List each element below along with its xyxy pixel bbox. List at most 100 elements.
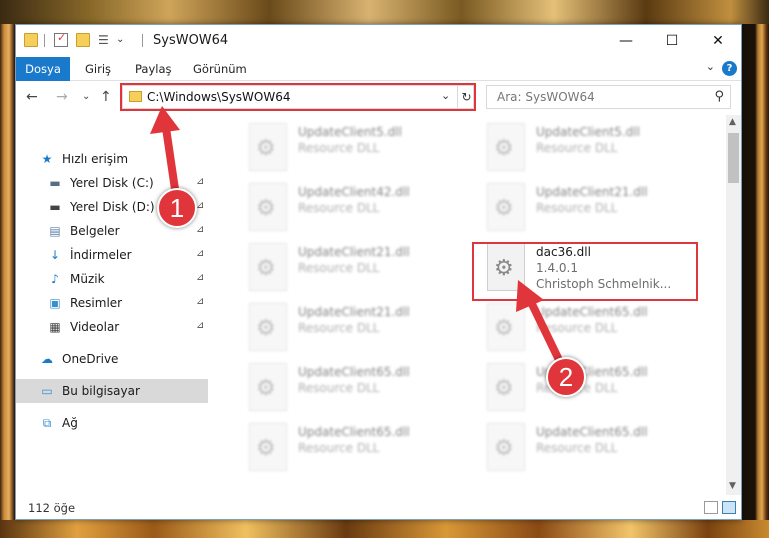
file-item[interactable]: ⚙UpdateClient65.dllResource DLL [481, 359, 691, 415]
tab-home[interactable]: Giriş [74, 57, 122, 81]
sidebar-item-label: Bu bilgisayar [62, 384, 140, 398]
navigation-pane: ★ Hızlı erişim ▬ Yerel Disk (C:) ⊿ ▬ Yerel Dis… [16, 115, 208, 495]
expand-ribbon-icon[interactable]: ⌄ [706, 60, 715, 73]
videos-icon: ▦ [49, 320, 61, 334]
file-item[interactable]: ⚙ UpdateClient65.dll Resource DLL [481, 419, 691, 475]
details-view-button[interactable] [704, 501, 718, 514]
file-item[interactable]: ⚙ UpdateClient21.dll Resource DLL [481, 179, 691, 235]
new-folder-icon[interactable] [76, 33, 90, 47]
file-name: UpdateClient65.dll [536, 305, 648, 319]
dll-file-icon: ⚙ [249, 363, 287, 411]
drive-icon: ▬ [49, 200, 61, 214]
dll-file-icon: ⚙ [249, 123, 287, 171]
recent-locations-button[interactable]: ⌄ [82, 91, 90, 102]
scroll-thumb[interactable] [728, 133, 739, 183]
minimize-button[interactable]: — [603, 25, 649, 57]
tab-share[interactable]: Paylaş [124, 57, 183, 81]
file-name: UpdateClient65.dll [298, 425, 410, 439]
file-item[interactable]: ⚙ UpdateClient42.dll Resource DLL [243, 179, 453, 235]
file-name: UpdateClient65.dll [298, 365, 410, 379]
close-button[interactable]: ✕ [695, 25, 741, 57]
dll-file-icon: ⚙ [487, 123, 525, 171]
sidebar-item[interactable]: ⧉ Ağ [16, 411, 208, 435]
sidebar-item-label: Yerel Disk (D:) [70, 200, 155, 214]
sidebar-item[interactable]: ▭ Bu bilgisayar [16, 379, 208, 403]
dll-file-icon: ⚙ [249, 243, 287, 291]
documents-icon: ▤ [49, 224, 61, 238]
file-item[interactable]: ⚙ UpdateClient5.dll Resource DLL [481, 119, 691, 175]
file-name: UpdateClient5.dll [298, 125, 402, 139]
vertical-scrollbar[interactable]: ▲ ▼ [726, 115, 741, 495]
sidebar-item[interactable]: ★ Hızlı erişim [16, 147, 208, 171]
search-icon[interactable]: ⚲ [714, 89, 724, 104]
search-box[interactable]: Ara: SysWOW64 ⚲ [486, 85, 731, 109]
search-input[interactable]: Ara: SysWOW64 [497, 90, 595, 104]
desktop-background-bottom [0, 520, 769, 538]
customize-toolbar-icon[interactable]: ☰ [98, 33, 112, 47]
sidebar-item[interactable]: ▣ Resimler ⊿ [16, 291, 208, 315]
file-name: UpdateClient42.dll [298, 185, 410, 199]
gear-icon: ⚙ [256, 436, 276, 461]
file-description: Resource DLL [298, 321, 380, 335]
file-description: Resource DLL [536, 321, 618, 335]
file-description: Resource DLL [298, 381, 380, 395]
gear-icon: ⚙ [256, 316, 276, 341]
chevron-down-icon[interactable]: ⌄ [116, 33, 130, 47]
sidebar-item-label: Hızlı erişim [62, 152, 129, 166]
file-item[interactable]: ⚙ UpdateClient21.dll Resource DLL [243, 239, 453, 295]
file-name: UpdateClient21.dll [536, 185, 648, 199]
pin-icon: ⊿ [196, 224, 205, 235]
file-item[interactable]: ⚙ UpdateClient21.dll Resource DLL [243, 299, 453, 355]
music-icon: ♪ [51, 272, 59, 286]
title-bar: ✓ ☰ ⌄ SysWOW64 — ☐ ✕ [16, 25, 741, 57]
properties-icon[interactable]: ✓ [54, 31, 68, 47]
file-item[interactable]: ⚙ UpdateClient65.dll Resource DLL [481, 299, 691, 355]
file-list: ⚙ UpdateClient5.dll Resource DLL ⚙ UpdateCli… [223, 115, 726, 495]
back-button[interactable]: ← [26, 89, 38, 105]
file-item[interactable]: ⚙UpdateClient65.dllResource DLL [243, 419, 453, 475]
file-item[interactable]: ⚙ UpdateClient5.dll Resource DLL [243, 119, 453, 175]
dll-file-icon: ⚙ [249, 423, 287, 471]
gear-icon: ⚙ [256, 256, 276, 281]
sidebar-item-label: İndirmeler [70, 248, 132, 262]
star-icon: ★ [41, 152, 53, 166]
file-description: Resource DLL [298, 141, 380, 155]
file-description: Resource DLL [536, 441, 618, 455]
window-title: SysWOW64 [153, 33, 229, 48]
large-icons-view-button[interactable] [722, 501, 736, 514]
tab-view[interactable]: Görünüm [182, 57, 258, 81]
separator [44, 34, 45, 47]
sidebar-item-label: Müzik [70, 272, 105, 286]
sidebar-item[interactable]: ↓ İndirmeler ⊿ [16, 243, 208, 267]
navigation-bar: ← → ⌄ ↑ C:\Windows\SysWOW64 ⌄ ↻ Ara: Sys… [16, 81, 741, 115]
file-highlight-box [472, 242, 698, 301]
maximize-button[interactable]: ☐ [649, 25, 695, 57]
dll-file-icon: ⚙ [487, 423, 525, 471]
drive-icon: ▬ [49, 176, 61, 190]
sidebar-item[interactable]: ♪ Müzik ⊿ [16, 267, 208, 291]
folder-icon [24, 33, 38, 47]
sidebar-item[interactable]: ☁ OneDrive [16, 347, 208, 371]
file-item[interactable]: ⚙ UpdateClient65.dll Resource DLL [243, 359, 453, 415]
help-icon[interactable]: ? [722, 61, 737, 76]
dll-file-icon: ⚙ [487, 303, 525, 351]
file-name: UpdateClient65.dll [536, 425, 648, 439]
address-highlight-box [120, 83, 476, 111]
file-description: Resource DLL [298, 201, 380, 215]
desktop-background-top [0, 0, 769, 24]
gear-icon: ⚙ [256, 136, 276, 161]
file-name: UpdateClient21.dll [298, 305, 410, 319]
sidebar-item-label: Belgeler [70, 224, 120, 238]
forward-button[interactable]: → [56, 89, 68, 105]
onedrive-icon: ☁ [41, 352, 53, 366]
scroll-up-icon[interactable]: ▲ [729, 117, 736, 127]
up-button[interactable]: ↑ [100, 89, 112, 105]
gear-icon: ⚙ [494, 136, 514, 161]
file-description: Resource DLL [298, 261, 380, 275]
pin-icon: ⊿ [196, 296, 205, 307]
explorer-window: ✓ ☰ ⌄ SysWOW64 — ☐ ✕ Dosya Giriş Paylaş … [15, 24, 742, 520]
sidebar-item[interactable]: ▦ Videolar ⊿ [16, 315, 208, 339]
gear-icon: ⚙ [256, 196, 276, 221]
item-count: 112 öğe [28, 501, 76, 515]
scroll-down-icon[interactable]: ▼ [729, 481, 736, 491]
